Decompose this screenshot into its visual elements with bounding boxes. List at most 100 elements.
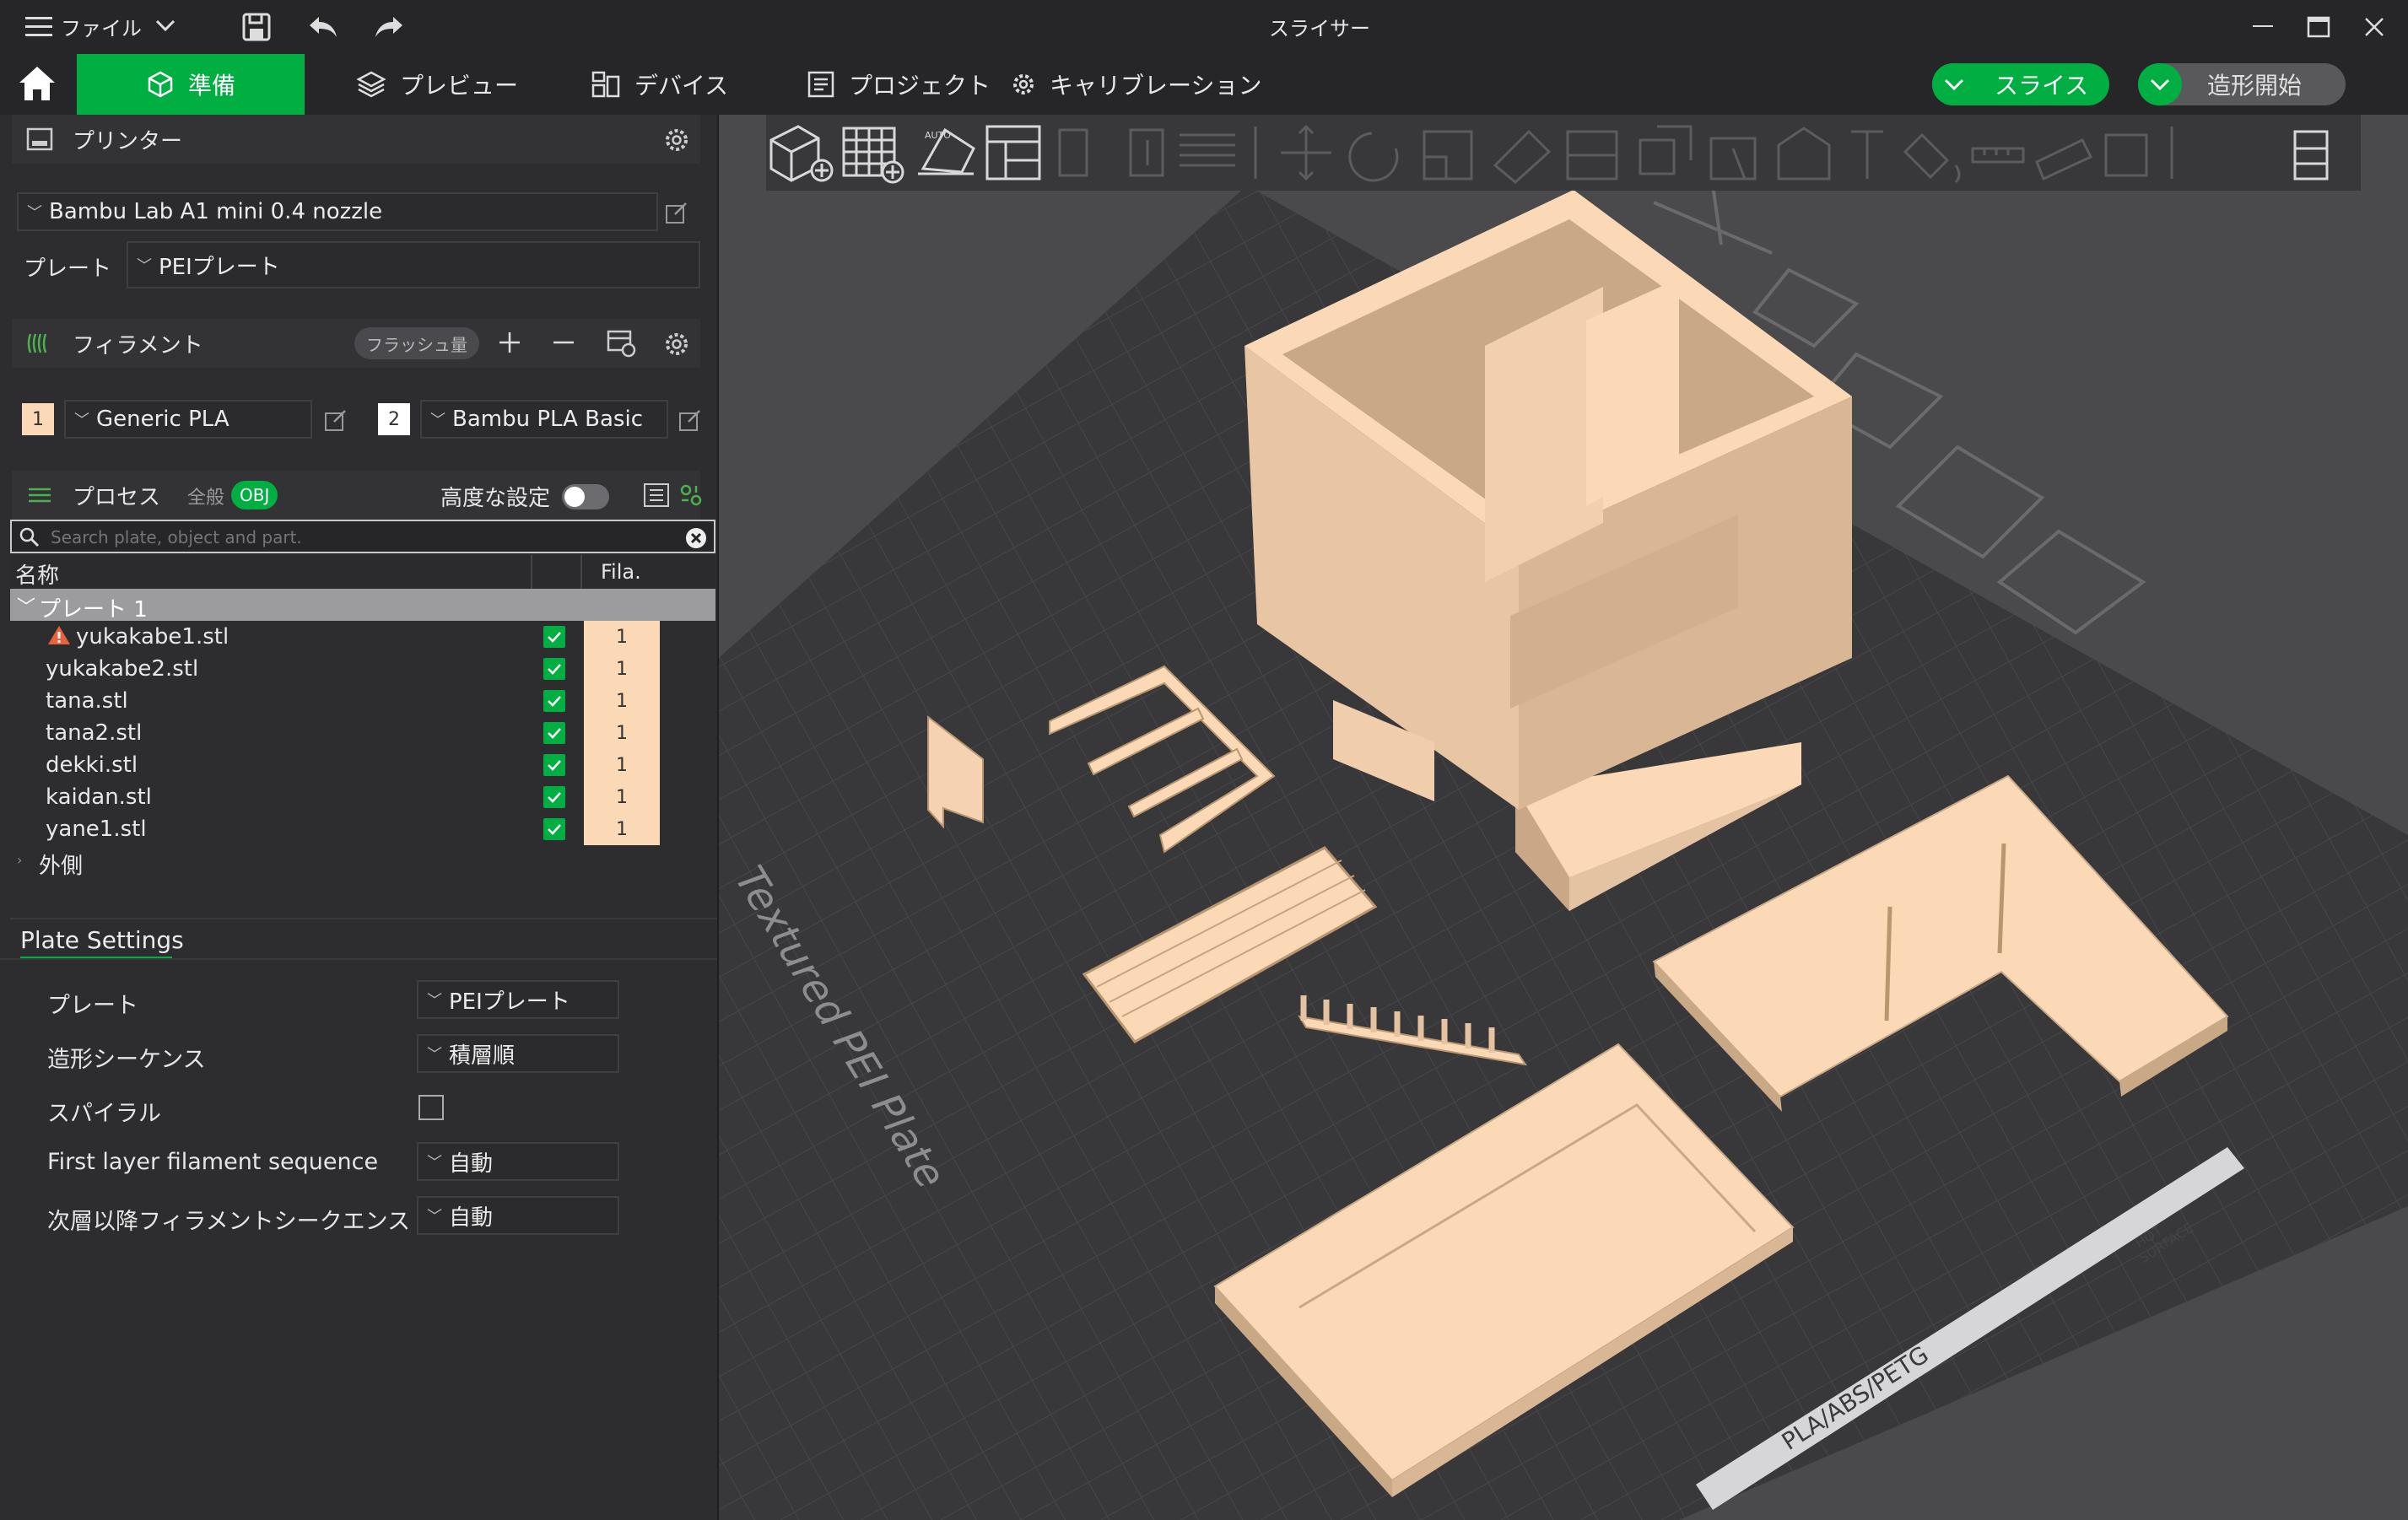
table-row[interactable]: tana.stl 1 [12, 685, 717, 717]
print-sequence-select[interactable]: ﹀ 積層順 [417, 1034, 619, 1073]
plate-type-select[interactable]: ﹀ PEIプレート [127, 241, 700, 288]
object-name: yukakabe1.stl [76, 624, 229, 650]
supports-paint-icon [1709, 137, 1757, 181]
sync-filament-icon[interactable] [606, 329, 636, 358]
table-row[interactable]: dekki.stl 1 [12, 749, 717, 781]
title-bar: ファイル スライサー [0, 0, 2408, 54]
process-obj-toggle[interactable]: OBJ [231, 481, 278, 509]
tab-prepare[interactable]: 準備 [77, 54, 305, 115]
list-view-icon[interactable] [643, 482, 670, 508]
object-name: tana.stl [46, 688, 128, 714]
visibility-checkbox[interactable] [543, 722, 565, 744]
undo-icon[interactable] [307, 13, 339, 40]
filament-1-select[interactable]: ﹀ Generic PLA [64, 400, 312, 439]
maximize-icon[interactable] [2307, 16, 2330, 38]
minimize-icon[interactable] [2253, 25, 2273, 29]
visibility-checkbox[interactable] [543, 818, 565, 840]
edit-icon[interactable] [678, 408, 702, 432]
split-objects-icon [1058, 128, 1088, 177]
slice-button-label: スライス [1995, 72, 2089, 100]
visibility-checkbox[interactable] [543, 786, 565, 808]
tab-project[interactable]: プロジェクト [807, 54, 991, 115]
object-filament-cell[interactable]: 1 [584, 749, 660, 781]
outside-tree-row[interactable]: › 外側 [12, 845, 717, 879]
variable-layer-icon[interactable] [2293, 130, 2329, 181]
object-filament-cell[interactable]: 1 [584, 685, 660, 717]
add-object-icon[interactable] [769, 125, 834, 182]
column-name-header[interactable]: 名称 [15, 558, 59, 590]
chevron-down-icon[interactable] [155, 19, 175, 32]
add-plate-icon[interactable] [842, 127, 904, 184]
search-bar [10, 520, 715, 553]
edit-icon[interactable] [665, 201, 688, 224]
filament-section-title: フィラメント [73, 332, 203, 358]
tab-preview[interactable]: プレビュー [356, 54, 518, 115]
first-layer-sequence-select[interactable]: ﹀ 自動 [417, 1142, 619, 1181]
tab-calibration[interactable]: キャリブレーション [1011, 54, 1261, 115]
home-icon[interactable] [17, 64, 57, 103]
object-filament-cell[interactable]: 1 [584, 621, 660, 653]
chevron-down-icon: ﹀ [430, 412, 445, 429]
layout-grid-icon[interactable] [985, 125, 1041, 181]
redo-icon[interactable] [373, 13, 405, 40]
slice-button[interactable]: スライス [1932, 63, 2109, 105]
hamburger-menu-icon[interactable] [25, 15, 54, 39]
table-row[interactable]: tana2.stl 1 [12, 717, 717, 749]
filament-2-select[interactable]: ﹀ Bambu PLA Basic [420, 400, 668, 439]
object-filament-cell[interactable]: 1 [584, 717, 660, 749]
plate-setting-label: 造形シーケンス [47, 1047, 206, 1073]
3d-viewport[interactable]: Textured PEI Plate PLA/ABS/PETG HOT SURF… [719, 115, 2408, 1520]
plate-type-value: PEIプレート [159, 254, 280, 280]
visibility-checkbox[interactable] [543, 754, 565, 776]
close-icon[interactable] [2364, 17, 2384, 37]
process-section-header: プロセス 全般 OBJ 高度な設定 [12, 471, 702, 520]
add-filament-icon[interactable] [496, 329, 523, 356]
filament-1-swatch[interactable]: 1 [22, 403, 54, 435]
edit-icon[interactable] [324, 408, 348, 432]
printer-name: Bambu Lab A1 mini 0.4 nozzle [49, 199, 383, 224]
table-row[interactable]: yukakabe2.stl 1 [12, 653, 717, 685]
visibility-checkbox[interactable] [543, 690, 565, 712]
object-filament-cell[interactable]: 1 [584, 781, 660, 813]
table-row[interactable]: kaidan.stl 1 [12, 781, 717, 813]
file-menu[interactable]: ファイル [61, 12, 142, 41]
advanced-settings-toggle[interactable] [562, 484, 609, 509]
toolbar: AUTO [766, 115, 2361, 191]
chevron-right-icon[interactable]: › [17, 852, 22, 868]
plate-tree-row[interactable]: ﹀ プレート 1 [10, 589, 715, 623]
remove-filament-icon[interactable] [550, 329, 577, 356]
object-filament-cell[interactable]: 1 [584, 653, 660, 685]
visibility-checkbox[interactable] [543, 626, 565, 648]
object-filament-cell[interactable]: 1 [584, 813, 660, 845]
save-icon[interactable] [241, 12, 272, 42]
plate-setting-plate-select[interactable]: ﹀ PEIプレート [417, 980, 619, 1019]
chevron-down-icon[interactable]: ﹀ [17, 592, 35, 619]
printer-select[interactable]: ﹀ Bambu Lab A1 mini 0.4 nozzle [17, 192, 658, 231]
process-section-title: プロセス [73, 484, 161, 510]
clear-search-icon[interactable] [685, 527, 707, 549]
filament-2-swatch[interactable]: 2 [378, 403, 410, 435]
gear-icon[interactable] [663, 331, 690, 358]
tab-device[interactable]: デバイス [591, 54, 728, 115]
chevron-down-icon[interactable] [2138, 63, 2182, 105]
search-input[interactable] [49, 525, 677, 550]
chevron-down-icon[interactable] [1932, 63, 1976, 105]
gear-icon[interactable] [663, 127, 690, 154]
print-button[interactable]: 造形開始 [2138, 63, 2346, 105]
table-row[interactable]: yane1.stl 1 [12, 813, 717, 845]
flush-volume-button[interactable]: フラッシュ量 [354, 327, 479, 359]
tab-prepare-label: 準備 [187, 72, 235, 100]
plate-settings-title: Plate Settings [20, 926, 184, 954]
column-filament-header[interactable]: Fila. [601, 560, 641, 584]
printer-section-header: プリンター [12, 115, 700, 164]
spiral-checkbox[interactable] [418, 1095, 444, 1120]
plate-label: プレート [24, 256, 112, 282]
table-row[interactable]: yukakabe1.stl 1 [12, 621, 717, 653]
other-layer-sequence-select[interactable]: ﹀ 自動 [417, 1196, 619, 1235]
project-icon [807, 70, 835, 99]
warning-icon [47, 624, 71, 646]
visibility-checkbox[interactable] [543, 658, 565, 680]
plate-setting-label: スパイラル [47, 1101, 161, 1127]
process-global-label[interactable]: 全般 [187, 482, 224, 509]
object-settings-icon[interactable] [678, 482, 704, 508]
